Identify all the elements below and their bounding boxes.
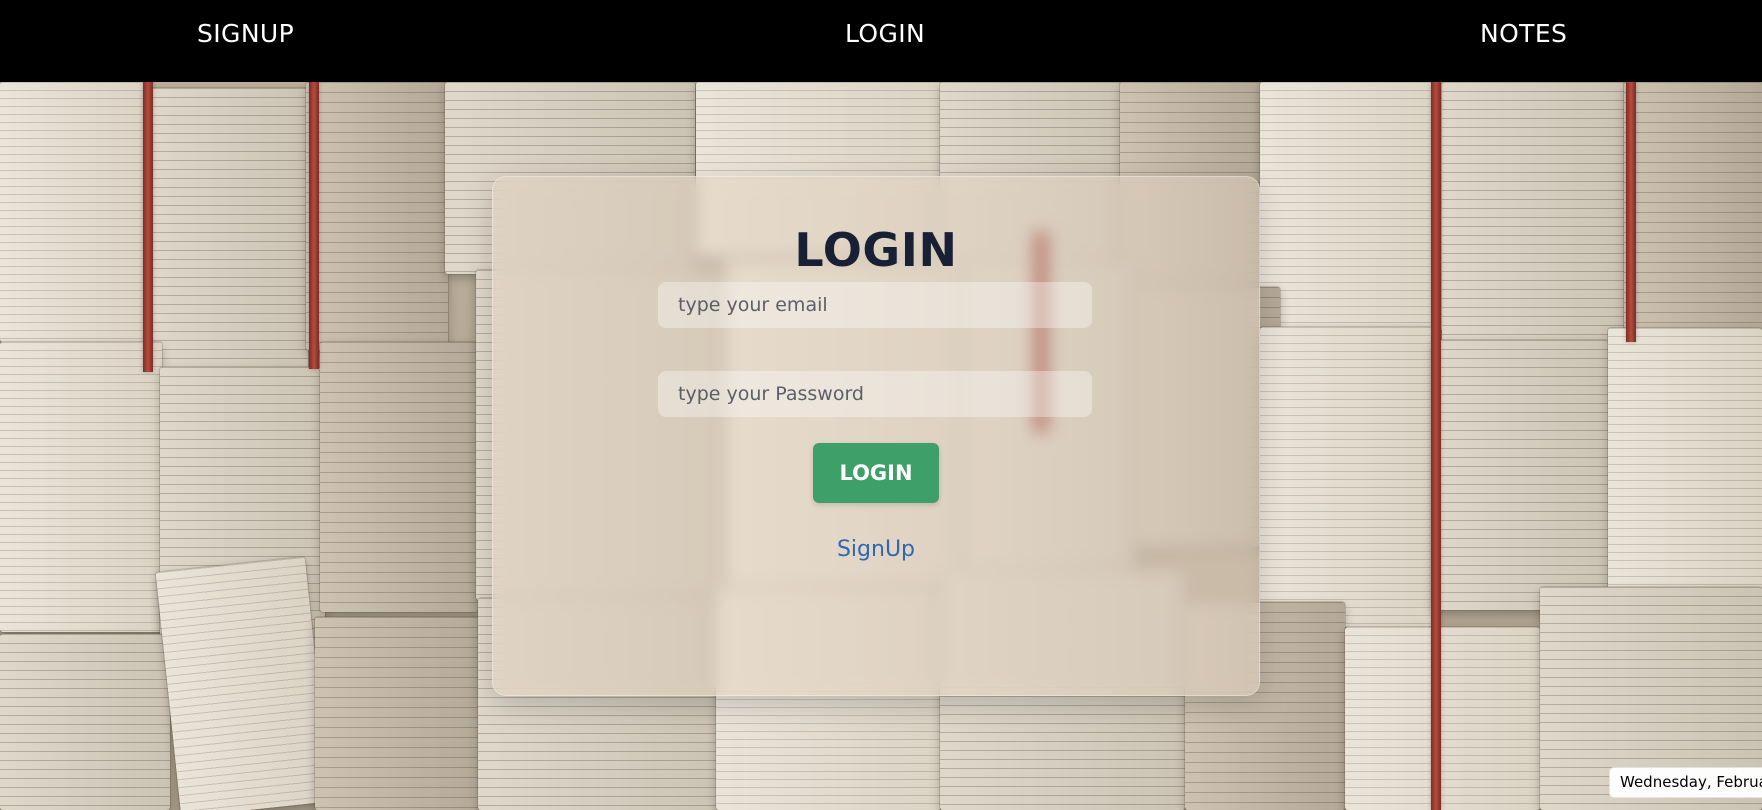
background-book-page xyxy=(1260,327,1432,627)
email-input[interactable] xyxy=(658,282,1092,328)
book-spine xyxy=(1431,82,1441,810)
top-navigation: SIGNUP LOGIN NOTES xyxy=(0,0,1762,82)
background-book-page xyxy=(0,82,150,342)
background-book-page xyxy=(315,617,485,810)
background-book-page xyxy=(1260,82,1442,332)
background-book-page xyxy=(155,556,331,810)
background-book-page xyxy=(306,82,448,350)
password-input[interactable] xyxy=(658,371,1092,417)
background-book-page xyxy=(1624,82,1762,330)
background-book-page xyxy=(1608,328,1762,590)
login-button[interactable]: LOGIN xyxy=(813,443,939,503)
background-book-page xyxy=(1432,340,1608,610)
date-status-badge: Wednesday, February xyxy=(1609,767,1762,798)
login-title: LOGIN xyxy=(794,222,958,277)
background-book-page xyxy=(320,342,478,612)
signup-link[interactable]: SignUp xyxy=(493,533,1259,567)
background-book-page xyxy=(0,634,170,810)
book-spine xyxy=(309,82,319,369)
nav-notes-link[interactable]: NOTES xyxy=(1480,14,1567,54)
book-spine xyxy=(1626,82,1636,342)
background-book-page xyxy=(0,342,162,632)
book-spine xyxy=(143,82,153,372)
background-book-page xyxy=(148,88,308,370)
background-book-page xyxy=(1345,627,1540,810)
background-book-page xyxy=(1442,82,1624,344)
login-card: LOGIN LOGIN SignUp xyxy=(492,176,1260,696)
nav-signup-link[interactable]: SIGNUP xyxy=(197,14,294,54)
nav-login-link[interactable]: LOGIN xyxy=(845,14,925,54)
